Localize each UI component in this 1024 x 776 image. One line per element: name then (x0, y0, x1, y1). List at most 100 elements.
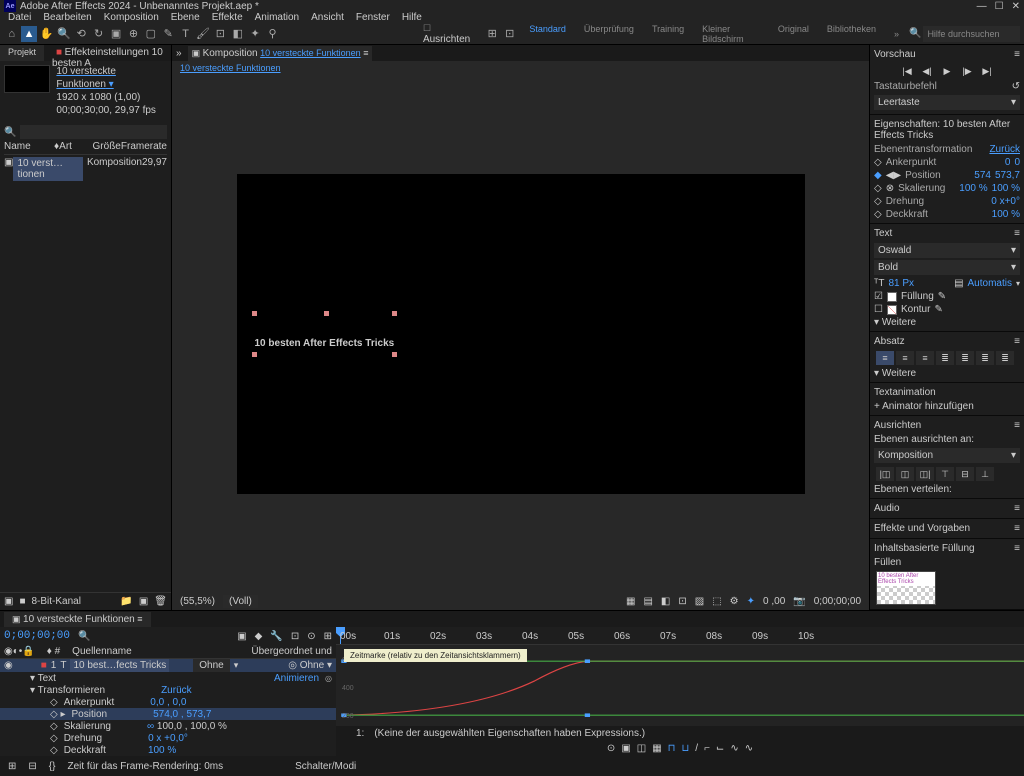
zoom-tool[interactable]: 🔍 (56, 26, 71, 42)
menu-ansicht[interactable]: Ansicht (311, 12, 344, 23)
menu-animation[interactable]: Animation (255, 12, 299, 23)
tl-icon[interactable]: ▣ (237, 631, 246, 642)
roto-tool[interactable]: ✦ (247, 26, 262, 42)
mode-dropdown[interactable]: Ohne (193, 659, 229, 672)
stopwatch-icon[interactable]: ◇ (874, 209, 882, 220)
interpret-icon[interactable]: ▣ (4, 596, 13, 607)
align-right-button[interactable]: ≡ (916, 351, 934, 365)
align-top-edges[interactable]: ⊤ (936, 467, 954, 481)
maximize-button[interactable]: ☐ (995, 1, 1004, 12)
graph-icon[interactable]: ⌙ (716, 743, 724, 754)
switches-toggle[interactable]: Schalter/Modi (295, 761, 356, 772)
animate-button[interactable]: Animieren (274, 673, 319, 684)
adjustment-icon[interactable]: ✦ (747, 596, 755, 607)
eyedropper-icon[interactable]: ✎ (934, 304, 942, 315)
font-size-input[interactable]: 81 Px (888, 278, 914, 289)
graph-icon[interactable]: / (695, 743, 698, 754)
workspace-review[interactable]: Überprüfung (576, 22, 642, 46)
comp-breadcrumb[interactable]: 10 versteckte Funktionen (180, 63, 281, 73)
tl-icon[interactable]: ⊞ (324, 631, 332, 642)
time-display[interactable]: 0;00;00;00 (814, 596, 861, 607)
stroke-color-swatch[interactable] (887, 305, 897, 315)
timeline-tab[interactable]: ▣ 10 versteckte Funktionen ≡ (4, 612, 151, 627)
graph-icon[interactable]: ◫ (637, 743, 646, 754)
tl-icon[interactable]: 🔧 (270, 631, 282, 642)
align-hcenter[interactable]: ◫ (896, 467, 914, 481)
project-row[interactable]: ▣ 10 verst…tionen Komposition 29,97 (4, 155, 167, 183)
add-animator-button[interactable]: + Animator hinzufügen (874, 401, 974, 412)
reset-icon[interactable]: ↺ (1012, 81, 1020, 92)
align-bottom-edges[interactable]: ⊥ (976, 467, 994, 481)
guides-icon[interactable]: ▤ (643, 596, 652, 607)
justify-center-button[interactable]: ≣ (956, 351, 974, 365)
prev-frame-button[interactable]: ◀| (920, 64, 934, 78)
menu-fenster[interactable]: Fenster (356, 12, 390, 23)
align-center-button[interactable]: ≡ (896, 351, 914, 365)
tl-icon[interactable]: ⊙ (307, 631, 315, 642)
puppet-tool[interactable]: ⚲ (265, 26, 280, 42)
help-search-input[interactable]: Hilfe durchsuchen (923, 26, 1020, 42)
project-tab[interactable]: Projekt (0, 45, 44, 61)
rotate-tool[interactable]: ↻ (91, 26, 106, 42)
region-icon[interactable]: ⊡ (678, 596, 686, 607)
clone-tool[interactable]: ⊡ (213, 26, 228, 42)
hand-tool[interactable]: ✋ (39, 26, 54, 42)
resolution-dropdown[interactable]: (Voll) (223, 595, 258, 608)
last-frame-button[interactable]: ▶| (980, 64, 994, 78)
selection-tool[interactable]: ▲ (21, 26, 36, 42)
snap-icon[interactable]: ⊞ (485, 26, 500, 42)
menu-bearbeiten[interactable]: Bearbeiten (43, 12, 91, 23)
eyedropper-icon[interactable]: ✎ (938, 291, 946, 302)
tl-footer-icon[interactable]: ⊞ (8, 761, 16, 772)
stopwatch-icon[interactable]: ◇ (874, 183, 882, 194)
grid-icon[interactable]: ▦ (626, 596, 635, 607)
new-folder-icon[interactable]: 📁 (120, 596, 132, 607)
orbit-tool[interactable]: ⟲ (74, 26, 89, 42)
project-item-name[interactable]: 10 versteckte Funktionen ▾ (56, 65, 167, 91)
align-left-button[interactable]: ≡ (876, 351, 894, 365)
fill-color-swatch[interactable] (887, 292, 897, 302)
close-button[interactable]: ✕ (1012, 1, 1020, 12)
graph-editor[interactable]: Zeitmarke (relativ zu den Zeitansichtskl… (336, 645, 1024, 726)
timecode-display[interactable]: 0;00;00;00 (4, 630, 70, 642)
keyframe-nav[interactable]: ◀▶ (886, 170, 901, 181)
link-icon[interactable]: ⊗ (886, 183, 894, 194)
pen-tool[interactable]: ✎ (161, 26, 176, 42)
tl-footer-icon[interactable]: ⊟ (28, 761, 36, 772)
layer-row[interactable]: ◉■1 T 10 best…fects Tricks Ohne▾ ◎ Ohne … (0, 659, 336, 672)
workspace-training[interactable]: Training (644, 22, 692, 46)
bpc-icon[interactable]: ■ (19, 596, 25, 607)
align-vcenter[interactable]: ⊟ (956, 467, 974, 481)
weight-dropdown[interactable]: Bold▾ (874, 260, 1020, 275)
pan-behind-tool[interactable]: ⊕ (126, 26, 141, 42)
graph-icon[interactable]: ∿ (745, 743, 753, 754)
graph-icon[interactable]: ⊙ (607, 743, 615, 754)
workspace-original[interactable]: Original (770, 22, 817, 46)
composition-viewport[interactable]: 10 besten After Effects Tricks (237, 174, 805, 494)
new-comp-icon[interactable]: ▣ (139, 596, 148, 607)
stopwatch-icon[interactable]: ◆ (874, 170, 882, 181)
graph-icon[interactable]: ▣ (621, 743, 630, 754)
3d-icon[interactable]: ⬚ (712, 596, 721, 607)
align-left-edges[interactable]: |◫ (876, 467, 894, 481)
workspace-standard[interactable]: Standard (521, 22, 574, 46)
shortcut-dropdown[interactable]: Leertaste▾ (874, 95, 1020, 110)
comp-thumbnail[interactable] (4, 65, 50, 93)
play-button[interactable]: ▶ (940, 64, 954, 78)
transparency-icon[interactable]: ▨ (695, 596, 704, 607)
graph-mode-icon[interactable]: ⊓ (668, 743, 676, 754)
search-icon[interactable]: 🔍 (4, 127, 16, 138)
font-dropdown[interactable]: Oswald▾ (874, 243, 1020, 258)
tl-icon[interactable]: ⊡ (291, 631, 299, 642)
shape-tool[interactable]: ▢ (143, 26, 158, 42)
leading-dropdown[interactable]: Automatis (968, 278, 1012, 289)
search-icon[interactable]: 🔍 (78, 631, 90, 642)
justify-right-button[interactable]: ≣ (976, 351, 994, 365)
stopwatch-icon[interactable]: ◇ (874, 157, 882, 168)
menu-effekte[interactable]: Effekte (212, 12, 243, 23)
menu-komposition[interactable]: Komposition (104, 12, 159, 23)
home-icon[interactable]: ⌂ (4, 26, 19, 42)
expand-more[interactable]: ▾ Weitere (874, 317, 916, 328)
panel-menu-icon[interactable]: ≡ (1014, 49, 1020, 60)
effect-controls-tab[interactable]: ■ Effekteinstellungen 10 besten A (44, 45, 171, 61)
